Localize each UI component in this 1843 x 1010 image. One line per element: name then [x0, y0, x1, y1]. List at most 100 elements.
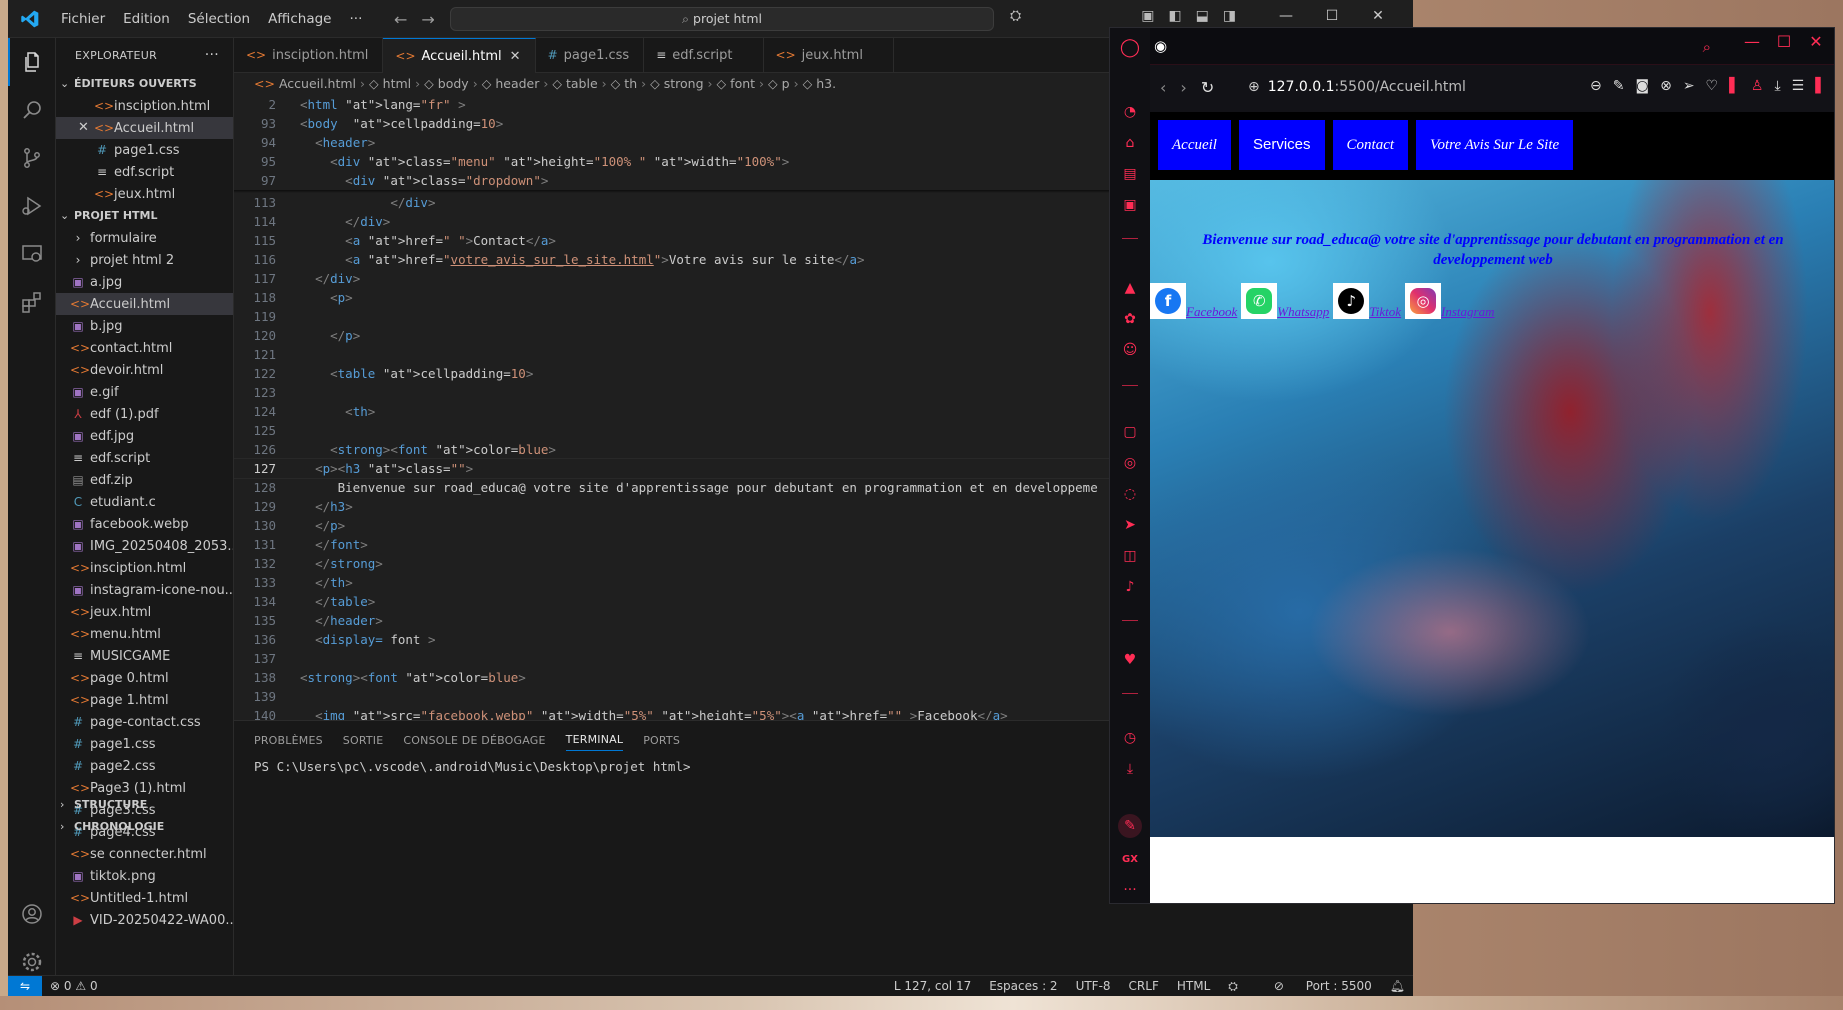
breadcrumb-item[interactable]: th	[624, 76, 637, 91]
encoding[interactable]: UTF-8	[1076, 976, 1111, 996]
telegram-icon[interactable]: ➤	[1118, 513, 1142, 537]
breadcrumb-item[interactable]: header	[495, 76, 539, 91]
breadcrumb-item[interactable]: table	[566, 76, 598, 91]
toggle-panel-icon[interactable]: ⬓	[1196, 8, 1209, 24]
gx-control-icon[interactable]: ◔	[1118, 100, 1142, 124]
command-center[interactable]: ⌕ projet html	[450, 7, 994, 31]
maximize-icon[interactable]: ☐	[1309, 8, 1355, 24]
messenger-icon[interactable]: ◎	[1118, 451, 1142, 475]
live-server-port[interactable]: ⊘ Port : 5500	[1256, 976, 1372, 996]
open-editors-section[interactable]: ⌄ ÉDITEURS OUVERTS	[56, 73, 233, 95]
whatsapp-sidebar-icon[interactable]: ◌	[1118, 482, 1142, 506]
tab-edf-script[interactable]: ≡ edf.script	[644, 38, 764, 73]
gx-badge-icon[interactable]: GX	[1118, 848, 1142, 872]
panel-tab-ports[interactable]: PORTS	[643, 730, 680, 751]
adblock-icon[interactable]: ⊗	[1660, 78, 1672, 94]
file-item[interactable]: ▣ facebook.webp	[56, 513, 233, 535]
file-item[interactable]: # page-contact.css	[56, 711, 233, 733]
indentation[interactable]: Espaces : 2	[989, 976, 1057, 996]
file-item[interactable]: <>Untitled-1.html	[56, 887, 233, 909]
breadcrumb-item[interactable]: body	[438, 76, 469, 91]
open-editor-item[interactable]: ≡ edf.script	[56, 161, 233, 183]
file-item[interactable]: # page1.css	[56, 733, 233, 755]
cursor-position[interactable]: L 127, col 17	[894, 976, 971, 996]
nav-accueil[interactable]: Accueil	[1158, 120, 1231, 170]
chatgpt-icon[interactable]: ✿	[1118, 307, 1142, 331]
file-item[interactable]: Cetudiant.c	[56, 491, 233, 513]
accounts-icon[interactable]	[8, 890, 56, 938]
extensions-icon[interactable]	[8, 278, 56, 326]
site-info-icon[interactable]: ⊕	[1248, 79, 1260, 95]
file-item[interactable]: <>se connecter.html	[56, 843, 233, 865]
menu-edit[interactable]: Edition	[114, 11, 179, 27]
remote-indicator-icon[interactable]: ⇋	[8, 976, 42, 996]
gx-cleaner-icon[interactable]: ⌂	[1118, 131, 1142, 155]
gx-tour-icon[interactable]: ▣	[1118, 193, 1142, 217]
social-whatsapp[interactable]: ✆ Whatsapp	[1241, 283, 1329, 319]
back-arrow-icon[interactable]: ←	[394, 10, 407, 29]
open-editor-item[interactable]: <>insciption.html	[56, 95, 233, 117]
gx-corner-icon[interactable]: ▤	[1118, 162, 1142, 186]
snapshot-camera-icon[interactable]: ◙	[1635, 78, 1649, 94]
open-editor-item[interactable]: ✕ <>Accueil.html	[56, 117, 233, 139]
file-item[interactable]: ▶ VID-20250422-WA00...	[56, 909, 233, 931]
download-icon[interactable]: ⤓	[1774, 78, 1780, 94]
breadcrumb-item[interactable]: html	[383, 76, 411, 91]
folder-item[interactable]: › projet html 2	[56, 249, 233, 271]
discord-icon[interactable]: ☺	[1118, 338, 1142, 362]
file-item[interactable]: <>menu.html	[56, 623, 233, 645]
nav-contact[interactable]: Contact	[1332, 120, 1409, 170]
structure-section[interactable]: › STRUCTURE	[56, 794, 147, 816]
file-item[interactable]: <>devoir.html	[56, 359, 233, 381]
tab-jeux[interactable]: <> jeux.html	[764, 38, 894, 73]
breadcrumb-item[interactable]: Accueil.html	[279, 76, 356, 91]
file-item[interactable]: ⅄ edf (1).pdf	[56, 403, 233, 425]
folder-item[interactable]: › formulaire	[56, 227, 233, 249]
send-icon[interactable]: ➢	[1683, 78, 1695, 94]
profile-icon[interactable]: ♙	[1751, 78, 1764, 94]
source-control-icon[interactable]	[8, 134, 56, 182]
file-item[interactable]: ▣ b.jpg	[56, 315, 233, 337]
close-window-icon[interactable]: ✕	[1355, 8, 1401, 24]
file-item[interactable]: ▣ e.gif	[56, 381, 233, 403]
project-section[interactable]: ⌄ PROJET HTML	[56, 205, 233, 227]
file-item[interactable]: ▣ instagram-icone-nou...	[56, 579, 233, 601]
tiktok-sidebar-icon[interactable]: ♪	[1118, 575, 1142, 599]
history-icon[interactable]: ◷	[1118, 726, 1142, 750]
timeline-section[interactable]: › CHRONOLOGIE	[56, 816, 164, 838]
aria-icon[interactable]: ▲	[1118, 276, 1142, 300]
file-item[interactable]: <>contact.html	[56, 337, 233, 359]
remote-explorer-icon[interactable]	[8, 230, 56, 278]
close-tab-icon[interactable]: ✕	[510, 49, 521, 64]
tab-insciption[interactable]: <> insciption.html	[234, 38, 384, 73]
minimize-icon[interactable]: —	[1736, 32, 1768, 51]
copilot-icon[interactable]: ⛭	[1010, 8, 1021, 24]
maximize-icon[interactable]: ☐	[1768, 32, 1800, 51]
menu-more[interactable]: ···	[340, 11, 371, 27]
panel-tab-terminal[interactable]: TERMINAL	[565, 729, 624, 751]
edit-icon[interactable]: ✎	[1613, 78, 1625, 94]
close-icon[interactable]: ✕	[78, 117, 89, 139]
sidebar-more-icon[interactable]: ···	[1118, 878, 1142, 902]
file-item[interactable]: <>page 0.html	[56, 667, 233, 689]
panel-tab-sortie[interactable]: SORTIE	[343, 730, 384, 751]
nav-services[interactable]: Services	[1238, 120, 1325, 170]
copilot-status-icon[interactable]: ⛭	[1228, 976, 1238, 996]
zoom-out-icon[interactable]: ⊖	[1590, 78, 1602, 94]
instagram-sidebar-icon[interactable]: ◫	[1118, 544, 1142, 568]
more-actions-icon[interactable]: ···	[205, 38, 219, 73]
minimize-icon[interactable]: —	[1263, 8, 1309, 24]
social-tiktok[interactable]: ♪ Tiktok	[1333, 283, 1401, 319]
file-item[interactable]: # page2.css	[56, 755, 233, 777]
forward-arrow-icon[interactable]: ›	[1180, 78, 1186, 97]
social-instagram[interactable]: ◎ Instagram	[1405, 283, 1495, 319]
menu-view[interactable]: Affichage	[259, 11, 340, 27]
downloads-icon[interactable]: ⤓	[1118, 757, 1142, 781]
breadcrumb-item[interactable]: h3.	[816, 76, 836, 91]
tab-accueil[interactable]: <> Accueil.html ✕	[383, 38, 536, 73]
easy-setup-icon[interactable]: ☰	[1792, 78, 1805, 94]
tab-search-icon[interactable]: ⌕	[1703, 38, 1711, 56]
heart-icon[interactable]: ♥	[1118, 648, 1142, 672]
notifications-bell-icon[interactable]: 🔔︎	[1390, 976, 1405, 996]
breadcrumb-item[interactable]: p	[782, 76, 790, 91]
